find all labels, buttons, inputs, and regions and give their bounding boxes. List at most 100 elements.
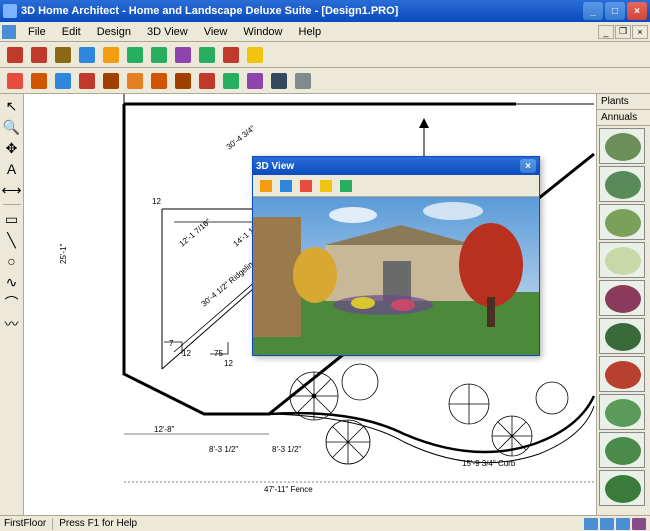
plant-thumbnails: [597, 126, 650, 515]
plant-thumb-2[interactable]: [599, 204, 645, 240]
plant-thumb-7[interactable]: [599, 394, 645, 430]
plants-tab[interactable]: Plants: [597, 94, 650, 110]
magnify-tool[interactable]: 🔍: [2, 117, 22, 137]
wall-tool-button[interactable]: [28, 44, 50, 66]
slope-tool-icon: [103, 73, 119, 89]
polyline-tool[interactable]: 〰: [2, 314, 22, 334]
dimension-tool[interactable]: ⟷: [2, 180, 22, 200]
ellipse-tool[interactable]: ○: [2, 251, 22, 271]
rail-tool-button[interactable]: [124, 44, 146, 66]
fence-label: 47'-11" Fence: [264, 485, 313, 494]
plant-thumb-4[interactable]: [599, 280, 645, 316]
annuals-tab[interactable]: Annuals: [597, 110, 650, 126]
plant-thumb-1[interactable]: [599, 166, 645, 202]
tool-separator: [3, 204, 21, 205]
no-entry-button[interactable]: [220, 44, 242, 66]
minimize-button[interactable]: _: [583, 2, 603, 20]
statusbar: FirstFloor Press F1 for Help: [0, 515, 650, 531]
line-tool[interactable]: ╲: [2, 230, 22, 250]
circle-green-button[interactable]: [196, 44, 218, 66]
orbit-tool-icon[interactable]: [277, 177, 295, 195]
walk-tool-icon[interactable]: [257, 177, 275, 195]
menu-design[interactable]: Design: [89, 24, 139, 40]
car-tool-icon: [199, 73, 215, 89]
mark-e: 12: [224, 359, 233, 368]
color-tool-button[interactable]: [244, 70, 266, 92]
roof-tool-icon: [175, 73, 191, 89]
3d-view-window[interactable]: 3D View ×: [252, 156, 540, 356]
menu-edit[interactable]: Edit: [54, 24, 89, 40]
car-tool-button[interactable]: [196, 70, 218, 92]
menu-view[interactable]: View: [196, 24, 236, 40]
wall-sections-button[interactable]: [4, 44, 26, 66]
arc-tool[interactable]: ⌒: [2, 293, 22, 313]
color-tool-icon: [247, 73, 263, 89]
plant-thumb-8[interactable]: [599, 432, 645, 468]
deck-tool-icon: [55, 47, 71, 63]
maximize-button[interactable]: □: [605, 2, 625, 20]
3d-render-viewport[interactable]: [253, 197, 539, 355]
menu-3dview[interactable]: 3D View: [139, 24, 196, 40]
window-titlebar: 3D Home Architect - Home and Landscape D…: [0, 0, 650, 22]
lighting-tool-icon[interactable]: [317, 177, 335, 195]
round-tool-button[interactable]: [220, 70, 242, 92]
deck-tool-button[interactable]: [52, 44, 74, 66]
dim-bot-d: 15'-9 3/4" Curb: [462, 459, 516, 468]
no-entry-icon: [223, 47, 239, 63]
plan-canvas[interactable]: 25'-1" 30'-4 3/4" 12'-1 7/16" 14'-1 15/1…: [24, 94, 596, 515]
status-separator: [52, 518, 53, 530]
settings-tool-icon[interactable]: [337, 177, 355, 195]
mdi-restore[interactable]: ❐: [615, 25, 631, 39]
triangle-tool-button[interactable]: [28, 70, 50, 92]
sphere-tool-icon: [79, 73, 95, 89]
sun-tool-button[interactable]: [244, 44, 266, 66]
dim-bot-c: 8'-3 1/2": [272, 445, 301, 454]
menu-help[interactable]: Help: [291, 24, 330, 40]
mdi-minimize[interactable]: _: [598, 25, 614, 39]
rect-tool[interactable]: ▭: [2, 209, 22, 229]
plant-thumb-9[interactable]: [599, 470, 645, 506]
main-workspace: ↖🔍✥A⟷▭╲○∿⌒〰 25'-1" 30'-4 3/4": [0, 94, 650, 515]
grid-tool-button[interactable]: [100, 44, 122, 66]
sun-tool-icon: [247, 47, 263, 63]
bucket-tool-icon: [271, 73, 287, 89]
menu-window[interactable]: Window: [235, 24, 290, 40]
curve-tool[interactable]: ∿: [2, 272, 22, 292]
text-tool[interactable]: A: [2, 159, 22, 179]
window-tool-button[interactable]: [76, 44, 98, 66]
wedge-tool-button[interactable]: [148, 70, 170, 92]
pointer-tool[interactable]: ↖: [2, 96, 22, 116]
house-tool-button[interactable]: [4, 70, 26, 92]
look-tool-icon[interactable]: [297, 177, 315, 195]
menu-file[interactable]: File: [20, 24, 54, 40]
plant-thumb-3[interactable]: [599, 242, 645, 278]
window-tool-icon: [79, 47, 95, 63]
sphere-tool-button[interactable]: [76, 70, 98, 92]
doc-icon: [2, 25, 16, 39]
slope-tool-button[interactable]: [100, 70, 122, 92]
status-floor: FirstFloor: [4, 518, 46, 529]
status-icon-2[interactable]: [600, 518, 614, 530]
mark-a: 7: [169, 339, 174, 348]
status-icon-3[interactable]: [616, 518, 630, 530]
fence-green-icon: [151, 47, 167, 63]
fence-green-button[interactable]: [148, 44, 170, 66]
status-icon-4[interactable]: [632, 518, 646, 530]
menubar: File Edit Design 3D View View Window Hel…: [0, 22, 650, 42]
bucket-tool-button[interactable]: [268, 70, 290, 92]
plant-thumb-0[interactable]: [599, 128, 645, 164]
roof-tool-button[interactable]: [172, 70, 194, 92]
3d-view-titlebar[interactable]: 3D View ×: [253, 157, 539, 175]
status-icon-1[interactable]: [584, 518, 598, 530]
cube-tool-button[interactable]: [52, 70, 74, 92]
pan-tool[interactable]: ✥: [2, 138, 22, 158]
close-button[interactable]: ×: [627, 2, 647, 20]
3d-view-close[interactable]: ×: [520, 159, 536, 173]
mdi-close[interactable]: ×: [632, 25, 648, 39]
plant-thumb-6[interactable]: [599, 356, 645, 392]
cube-tool-icon: [55, 73, 71, 89]
block-tool-button[interactable]: [124, 70, 146, 92]
fence-purple-button[interactable]: [172, 44, 194, 66]
print-tool-button[interactable]: [292, 70, 314, 92]
plant-thumb-5[interactable]: [599, 318, 645, 354]
